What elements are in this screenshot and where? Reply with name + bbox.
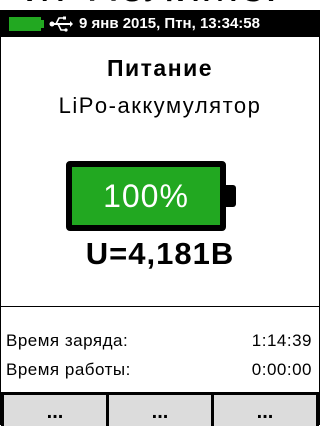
device-screen: 9 янв 2015, Птн, 13:34:58 Питание LiPo-а… bbox=[0, 10, 320, 426]
overflow-text-strip: ит-ПоЛиМеР bbox=[0, 0, 320, 10]
battery-icon bbox=[9, 17, 41, 31]
softkey-3[interactable]: ... bbox=[214, 395, 316, 426]
voltage-readout: U=4,181В bbox=[85, 236, 235, 271]
charge-time-value: 1:14:39 bbox=[251, 331, 312, 350]
page-subtitle: LiPo-аккумулятор bbox=[58, 93, 262, 118]
softkey-2[interactable]: ... bbox=[109, 395, 211, 426]
battery-percent: 100% bbox=[103, 177, 189, 214]
run-time-row: Время работы: 0:00:00 bbox=[6, 360, 312, 384]
usb-icon bbox=[49, 16, 73, 32]
softkey-bar: ... ... ... bbox=[1, 392, 319, 426]
status-bar: 9 янв 2015, Птн, 13:34:58 bbox=[1, 11, 319, 37]
charge-time-label: Время заряда: bbox=[6, 331, 129, 350]
status-datetime: 9 янв 2015, Птн, 13:34:58 bbox=[79, 15, 260, 32]
page-title: Питание bbox=[106, 55, 214, 81]
run-time-value: 0:00:00 bbox=[251, 360, 312, 379]
battery-fill: 100% bbox=[72, 167, 220, 225]
battery-terminal-icon bbox=[226, 185, 236, 207]
battery-tip-icon bbox=[41, 20, 44, 28]
info-panel: Время заряда: 1:14:39 Время работы: 0:00… bbox=[1, 306, 319, 393]
run-time-label: Время работы: bbox=[6, 360, 131, 379]
battery-gauge: 100% bbox=[66, 161, 226, 231]
charge-time-row: Время заряда: 1:14:39 bbox=[6, 331, 312, 355]
overflow-text: ит-ПоЛиМеР bbox=[0, 0, 320, 8]
softkey-1[interactable]: ... bbox=[4, 395, 106, 426]
